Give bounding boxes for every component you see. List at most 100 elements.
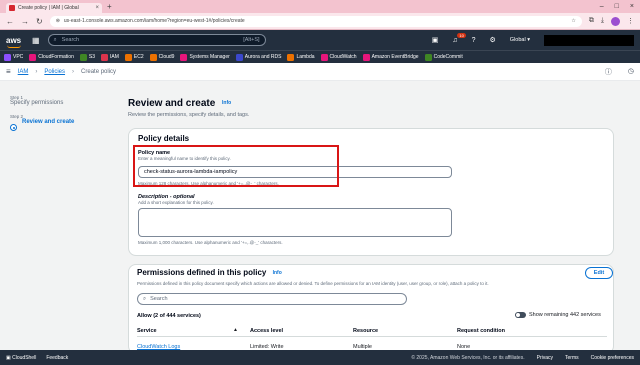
description-hint: Add a short explanation for this policy. — [138, 200, 214, 205]
description-textarea[interactable] — [138, 208, 452, 237]
page-info-link[interactable]: Info — [222, 100, 231, 106]
tab-title: Create policy | IAM | Global — [18, 5, 79, 11]
permissions-heading-text: Permissions defined in this policy — [137, 268, 267, 277]
favorite-cloud9[interactable]: Cloud9 — [149, 53, 175, 61]
browser-tab-bar: Create policy | IAM | Global × + – □ × — [0, 0, 640, 13]
service-icon — [320, 53, 328, 61]
service-icon — [4, 53, 11, 61]
wizard-steps: Step 1 Specify permissions Step 2 Review… — [10, 95, 110, 133]
account-menu[interactable] — [544, 34, 634, 46]
search-icon: ⌕ — [143, 295, 147, 302]
new-tab-icon[interactable]: + — [107, 2, 112, 11]
description-label: Description - optional Add a short expla… — [138, 194, 214, 205]
edit-button[interactable]: Edit — [585, 267, 613, 279]
clock-icon[interactable]: ◷ — [628, 67, 634, 77]
favorite-s3[interactable]: S3 — [79, 53, 95, 61]
favorite-lambda[interactable]: Lambda — [287, 53, 315, 61]
notifications-bell-icon[interactable]: ♫ 10 — [452, 32, 466, 44]
help-icon[interactable]: ? — [472, 37, 476, 44]
favorite-amazon-eventbridge[interactable]: Amazon EventBridge — [362, 53, 419, 61]
permissions-search-input[interactable]: ⌕ Search — [137, 293, 407, 305]
forward-icon[interactable]: → — [21, 17, 29, 26]
service-icon — [124, 53, 132, 61]
info-panel-icon[interactable]: ⓘ — [605, 67, 612, 77]
services-grid-icon[interactable]: ▦ — [32, 36, 40, 45]
col-request-condition[interactable]: Request condition — [457, 328, 505, 334]
favorite-cloudwatch[interactable]: CloudWatch — [320, 53, 357, 61]
close-tab-icon[interactable]: × — [95, 5, 99, 11]
show-remaining-toggle[interactable]: Show remaining 442 services — [515, 312, 601, 318]
url-text: us-east-1.console.aws.amazon.com/iam/hom… — [63, 18, 245, 24]
sort-caret-icon[interactable]: ▲ — [233, 327, 238, 333]
favorite-label: Aurora and RDS — [244, 54, 282, 60]
breadcrumb-iam[interactable]: IAM — [18, 69, 29, 75]
cloudshell-icon[interactable]: ▣ — [432, 36, 439, 44]
favorite-codecommit[interactable]: CodeCommit — [424, 53, 463, 61]
downloads-icon[interactable]: ⤓ — [601, 17, 604, 25]
back-icon[interactable]: ← — [6, 17, 14, 26]
col-service[interactable]: Service — [137, 328, 157, 334]
favorite-label: VPC — [13, 54, 24, 60]
permissions-heading: Permissions defined in this policy Info — [137, 268, 282, 277]
favorite-ec2[interactable]: EC2 — [124, 53, 144, 61]
permissions-card — [128, 264, 614, 354]
search-placeholder: Search — [61, 37, 80, 43]
settings-gear-icon[interactable]: ⚙ — [490, 36, 496, 44]
close-window-icon[interactable]: × — [630, 3, 634, 10]
favorite-label: EC2 — [133, 54, 144, 60]
extensions-icon[interactable]: ⧉ — [589, 17, 594, 25]
toggle-label: Show remaining 442 services — [529, 312, 601, 318]
favorite-aurora-and-rds[interactable]: Aurora and RDS — [235, 53, 282, 61]
bookmark-star-icon[interactable]: ☆ — [571, 18, 575, 24]
cloudshell-link[interactable]: ▣ CloudShell — [6, 355, 36, 361]
side-nav-menu-icon[interactable]: ≡ — [6, 67, 11, 76]
favorite-label: CodeCommit — [433, 54, 463, 60]
favorite-cloudformation[interactable]: CloudFormation — [29, 53, 74, 61]
url-field[interactable]: ⊜ us-east-1.console.aws.amazon.com/iam/h… — [49, 15, 582, 27]
service-icon — [424, 53, 432, 61]
aws-logo[interactable]: aws — [6, 35, 24, 48]
aws-smile-icon — [7, 45, 21, 48]
browser-menu-icon[interactable]: ⋮ — [627, 17, 634, 25]
window-controls: – □ × — [600, 3, 640, 10]
col-access-level[interactable]: Access level — [250, 328, 283, 334]
favorite-iam[interactable]: IAM — [100, 53, 119, 61]
aws-logo-text: aws — [6, 35, 22, 45]
favorite-label: Systems Manager — [189, 54, 230, 60]
site-info-icon[interactable]: ⊜ — [56, 18, 60, 24]
feedback-link[interactable]: Feedback — [46, 355, 68, 361]
toggle-switch[interactable] — [515, 312, 526, 318]
profile-avatar[interactable] — [611, 16, 620, 26]
allow-services-label: Allow (2 of 444 services) — [137, 313, 201, 319]
browser-tab[interactable]: Create policy | IAM | Global × — [6, 3, 102, 13]
region-selector[interactable]: Global ▾ — [510, 37, 530, 43]
reload-icon[interactable]: ↻ — [36, 17, 43, 26]
breadcrumb-policies[interactable]: Policies — [44, 69, 65, 75]
favorite-label: S3 — [88, 54, 95, 60]
current-step-indicator — [10, 124, 17, 131]
favorites-bar: VPC CloudFormation S3 IAM EC2 Cloud9 Systems M… — [0, 50, 640, 63]
favorite-vpc[interactable]: VPC — [4, 53, 24, 61]
col-resource[interactable]: Resource — [353, 328, 378, 334]
terms-link[interactable]: Terms — [565, 355, 579, 361]
service-icon — [100, 53, 108, 61]
favorite-systems-manager[interactable]: Systems Manager — [180, 53, 230, 61]
favicon-icon — [9, 5, 15, 11]
cookie-preferences-link[interactable]: Cookie preferences — [591, 355, 634, 361]
privacy-link[interactable]: Privacy — [537, 355, 553, 361]
minimize-icon[interactable]: – — [600, 3, 604, 10]
permissions-info-link[interactable]: Info — [273, 270, 282, 276]
highlight-box — [133, 145, 339, 187]
service-icon — [287, 53, 295, 61]
chevron-right-icon: › — [72, 68, 75, 75]
search-input[interactable]: ⌕ Search [Alt+S] — [47, 34, 266, 46]
favorite-label: Amazon EventBridge — [371, 54, 419, 60]
search-icon: ⌕ — [53, 36, 57, 43]
maximize-icon[interactable]: □ — [615, 3, 619, 10]
favorite-label: Cloud9 — [158, 54, 175, 60]
chevron-right-icon: › — [35, 68, 38, 75]
browser-toolbar-icons: ⧉ ⤓ ⋮ — [589, 16, 634, 26]
service-icon — [362, 53, 370, 61]
page-subtitle: Review the permissions, specify details,… — [128, 112, 250, 118]
step-1-label[interactable]: Specify permissions — [10, 100, 110, 106]
